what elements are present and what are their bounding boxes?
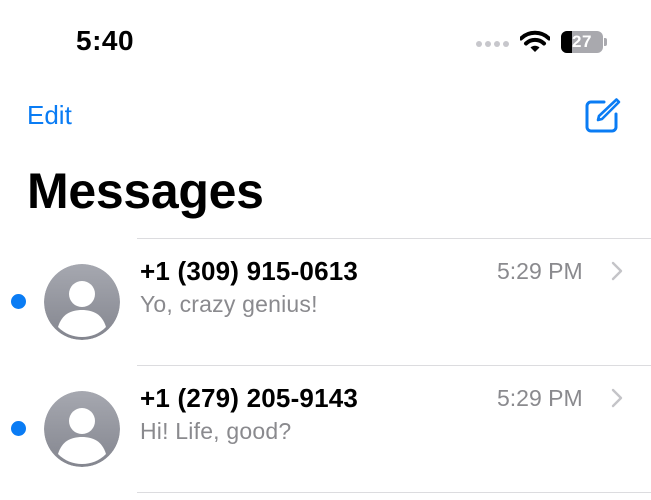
sender-name: +1 (309) 915-0613	[140, 256, 359, 286]
avatar	[44, 391, 120, 467]
unread-indicator	[11, 421, 26, 436]
compose-icon[interactable]	[584, 96, 622, 134]
message-time: 5:29 PM	[497, 385, 583, 411]
status-time: 5:40	[76, 25, 135, 56]
chevron-right-icon	[611, 261, 623, 281]
message-time: 5:29 PM	[497, 258, 583, 284]
sender-name: +1 (279) 205-9143	[140, 383, 359, 413]
message-preview: Hi! Life, good?	[140, 418, 292, 444]
conversation-row[interactable]: +1 (309) 915-0613 5:29 PM Yo, crazy geni…	[0, 239, 651, 366]
battery-icon: 27	[561, 31, 609, 53]
list-divider	[137, 492, 651, 493]
wifi-icon	[520, 30, 550, 52]
unread-indicator	[11, 294, 26, 309]
conversation-row[interactable]: +1 (279) 205-9143 5:29 PM Hi! Life, good…	[0, 366, 651, 493]
battery-level-text: 27	[572, 32, 592, 51]
status-bar: 5:40 27	[0, 0, 651, 90]
cellular-signal-icon	[476, 41, 509, 47]
avatar	[44, 264, 120, 340]
chevron-right-icon	[611, 388, 623, 408]
message-preview: Yo, crazy genius!	[140, 291, 318, 317]
edit-button[interactable]: Edit	[27, 100, 72, 131]
page-title: Messages	[27, 163, 264, 219]
